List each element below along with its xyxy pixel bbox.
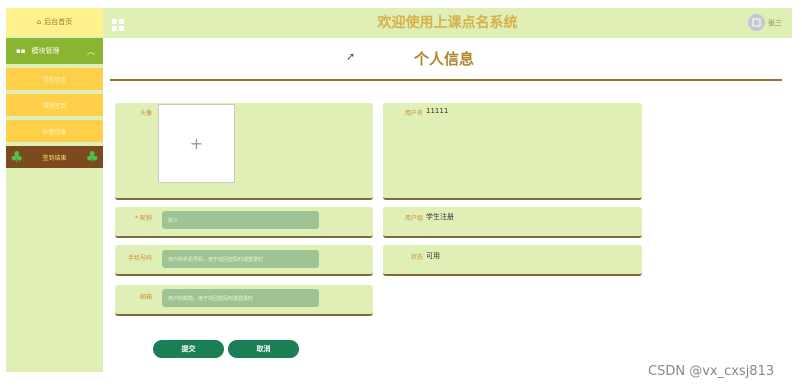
app-title: 欢迎使用上课点名系统 [377,15,518,31]
cancel-button[interactable]: 取消 [228,340,299,358]
status-value: 可用 [426,252,440,260]
sidebar-item-checkin-results[interactable]: ♣ 签到结果 ♣ [6,146,103,168]
phone-label: 手机号码 [127,255,152,262]
avatar-upload-box[interactable]: + [158,104,235,183]
plus-icon: + [189,134,204,153]
username-label: 用户名 [404,110,423,117]
chevron-up-icon: ︿ [87,46,95,56]
sidebar-home-link[interactable]: ⌂ 后台首页 [6,8,103,36]
sidebar-item-label: 课程签到 [42,102,67,110]
nickname-input[interactable]: 张三 [162,211,319,229]
watermark-text: CSDN @vx_cxsj813 [648,364,775,379]
home-icon: ⌂ [36,18,42,26]
sidebar-item-makeup-checkin[interactable]: 补签信息 [6,120,103,142]
username-field-card [383,103,642,200]
phone-input[interactable]: 用户的手机号码，用于找回密码时或登录时 [162,250,319,268]
status-label: 状态 [410,254,423,261]
sidebar-item-course-checkin[interactable]: 课程签到 [6,94,103,116]
sidebar-item-label: 签到结果 [42,154,67,162]
tree-icon: ♣ [85,148,99,166]
mouse-cursor-icon: ➚ [346,50,356,63]
avatar-field-card [115,103,373,200]
email-input[interactable]: 用户的邮箱，用于找回密码时或登录时 [162,289,319,307]
user-name[interactable]: 张三 [768,16,782,30]
sidebar-module-group[interactable]: ▪▪ 模块管理 ︿ [6,38,103,64]
avatar-label: 头像 [139,110,152,117]
sidebar-item-course-info[interactable]: 课程信息 [6,68,103,90]
tree-icon: ♣ [10,148,24,166]
username-value: 11111 [426,107,449,115]
user-avatar[interactable] [748,14,765,31]
sidebar-home-label: 后台首页 [44,18,73,26]
sidebar-group-label: 模块管理 [31,47,60,55]
usergroup-label: 用户组 [404,215,423,222]
submit-button[interactable]: 提交 [153,340,224,358]
sidebar-item-label: 补签信息 [42,128,67,136]
page-title: 个人信息 [414,50,475,68]
title-divider [110,79,782,81]
nickname-label: * 昵称 [135,215,152,222]
grid-icon: ▪▪ [16,47,26,55]
usergroup-field-card [383,207,642,238]
email-label: 邮箱 [139,294,152,301]
sidebar-item-label: 课程信息 [42,76,67,84]
usergroup-value: 学生注册 [426,213,454,221]
